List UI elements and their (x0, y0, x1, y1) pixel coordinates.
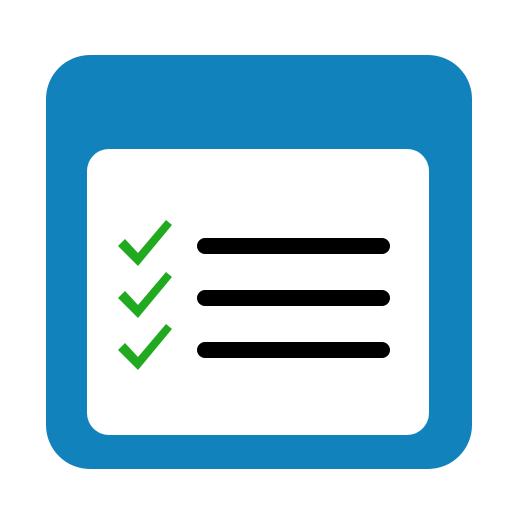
checklist-item (87, 319, 429, 375)
checkmark-icon (118, 272, 172, 318)
checkmark-icon (118, 324, 172, 370)
checklist-panel (87, 149, 429, 435)
window-frame (46, 55, 472, 469)
checklist-item (87, 267, 429, 323)
item-line (197, 342, 390, 358)
item-line (197, 290, 390, 306)
checklist-item (87, 215, 429, 271)
checkmark-icon (118, 220, 172, 266)
item-line (197, 238, 390, 254)
icon-canvas (0, 0, 512, 512)
